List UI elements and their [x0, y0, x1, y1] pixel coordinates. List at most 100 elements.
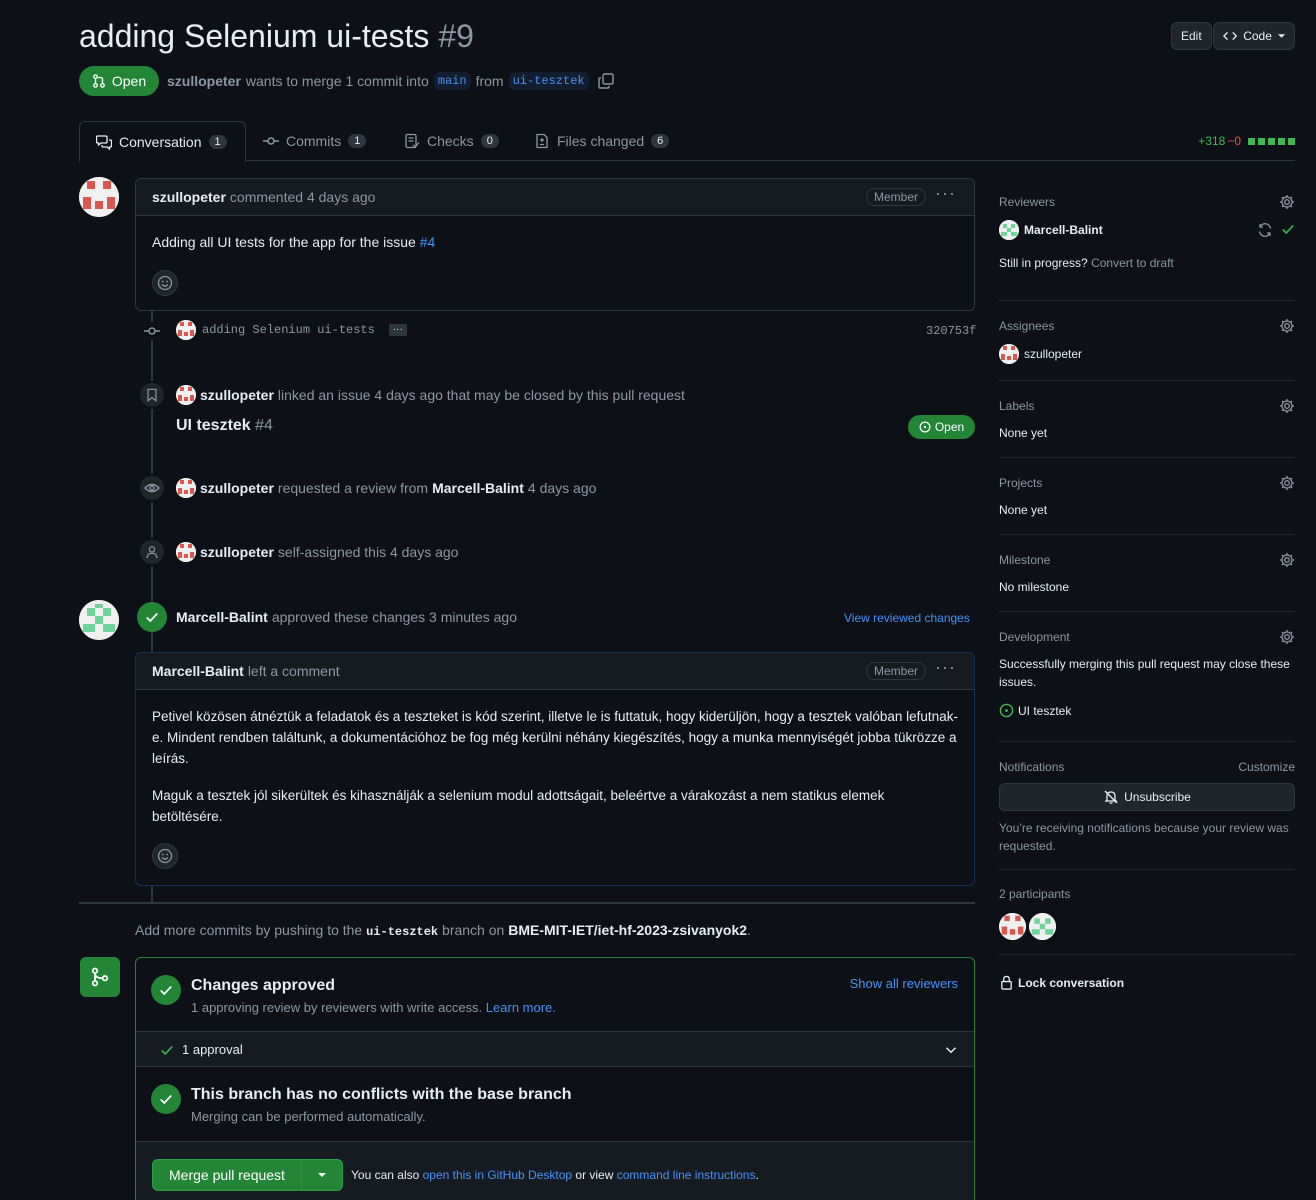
tab-files-changed[interactable]: Files changed 6 — [518, 121, 685, 161]
merge-pull-request-button[interactable]: Merge pull request — [153, 1160, 302, 1190]
avatar[interactable] — [79, 177, 119, 217]
kebab-menu-icon[interactable]: ··· — [935, 183, 956, 204]
add-reaction-button[interactable] — [152, 843, 178, 869]
gear-icon[interactable] — [1279, 318, 1295, 334]
kebab-menu-icon[interactable]: ··· — [935, 657, 956, 678]
edit-button[interactable]: Edit — [1171, 22, 1212, 50]
no-conflicts-section: This branch has no conflicts with the ba… — [136, 1067, 974, 1142]
commit-message[interactable]: adding Selenium ui-tests — [202, 323, 375, 337]
add-reaction-button[interactable] — [152, 270, 178, 296]
lock-conversation-button[interactable]: Lock conversation — [999, 975, 1124, 990]
sidebar-development: Development Successfully merging this pu… — [999, 629, 1295, 742]
avatar[interactable] — [999, 220, 1019, 240]
diffstat-additions: +318 — [1198, 134, 1226, 148]
gear-icon[interactable] — [1279, 194, 1295, 210]
learn-more-link[interactable]: Learn more. — [486, 1000, 556, 1015]
convert-to-draft-link[interactable]: Convert to draft — [1091, 256, 1174, 270]
comment-discussion-icon — [96, 134, 112, 150]
tab-checks-label: Checks — [427, 133, 474, 149]
approval-event: Marcell-Balint approved these changes 3 … — [176, 609, 517, 625]
avatar[interactable] — [1029, 913, 1056, 940]
issue-title[interactable]: UI tesztek — [176, 417, 251, 434]
approved-check-icon — [137, 602, 167, 632]
customize-link[interactable]: Customize — [1238, 760, 1295, 774]
gear-icon[interactable] — [1279, 398, 1295, 414]
event-author[interactable]: szullopeter — [200, 544, 274, 560]
reviewer-name[interactable]: Marcell-Balint — [1024, 223, 1103, 237]
gear-icon[interactable] — [1279, 629, 1295, 645]
unsubscribe-label: Unsubscribe — [1124, 790, 1191, 804]
eye-icon — [138, 474, 166, 502]
diffstat-block — [1278, 137, 1285, 145]
copy-icon[interactable] — [597, 73, 614, 89]
event-reviewer[interactable]: Marcell-Balint — [432, 480, 524, 496]
bell-slash-icon — [1104, 790, 1118, 804]
sidebar-heading: Development — [999, 630, 1070, 644]
head-branch[interactable]: ui-tesztek — [508, 72, 589, 90]
edit-label: Edit — [1181, 29, 1202, 43]
merge-options-dropdown[interactable] — [302, 1171, 342, 1179]
sidebar-projects: Projects None yet — [999, 475, 1295, 535]
notification-reason: You’re receiving notifications because y… — [999, 821, 1289, 853]
pr-author-link[interactable]: szullopeter — [167, 73, 241, 89]
gear-icon[interactable] — [1279, 552, 1295, 568]
approval-summary-row[interactable]: 1 approval — [136, 1031, 974, 1067]
sidebar-assignees: Assignees szullopeter — [999, 318, 1295, 381]
unsubscribe-button[interactable]: Unsubscribe — [999, 783, 1295, 811]
github-desktop-link[interactable]: open this in GitHub Desktop — [423, 1168, 572, 1182]
avatar[interactable] — [176, 478, 196, 498]
avatar[interactable] — [999, 344, 1019, 364]
comment-header: Marcell-Balint left a comment Member ··· — [136, 653, 974, 690]
avatar[interactable] — [176, 385, 196, 405]
commit-row: adding Selenium ui-tests ··· — [176, 320, 407, 340]
self-assign-event: szullopeter self-assigned this 4 days ag… — [176, 542, 458, 562]
timeline-divider — [79, 902, 975, 904]
show-all-reviewers-link[interactable]: Show all reviewers — [850, 976, 958, 991]
caret-down-icon — [1277, 34, 1285, 38]
comment-author[interactable]: szullopeter — [152, 189, 226, 205]
repo-link[interactable]: BME-MIT-IET/iet-hf-2023-zsivanyok2 — [508, 922, 747, 938]
comment-author[interactable]: Marcell-Balint — [152, 663, 244, 679]
avatar[interactable] — [79, 600, 119, 640]
avatar[interactable] — [176, 542, 196, 562]
diffstat-block — [1288, 137, 1295, 145]
push-hint: Add more commits by pushing to the ui-te… — [135, 922, 751, 939]
sidebar-heading: 2 participants — [999, 887, 1071, 901]
tab-files-changed-count: 6 — [651, 134, 670, 148]
command-line-link[interactable]: command line instructions — [617, 1168, 756, 1182]
pr-number: #9 — [438, 18, 474, 54]
event-text: requested a review from — [277, 480, 429, 496]
sync-icon[interactable] — [1257, 222, 1273, 238]
tab-checks[interactable]: Checks 0 — [388, 121, 515, 161]
comment-paragraph: Maguk a tesztek jól sikerültek és kihasz… — [152, 788, 885, 824]
bookmark-icon — [138, 381, 166, 409]
event-author[interactable]: Marcell-Balint — [176, 609, 268, 625]
view-reviewed-changes-link[interactable]: View reviewed changes — [844, 611, 970, 625]
issue-link[interactable]: #4 — [420, 234, 436, 250]
development-issue[interactable]: UI tesztek — [999, 703, 1295, 718]
tab-conversation[interactable]: Conversation 1 — [79, 121, 246, 162]
chevron-down-icon[interactable] — [945, 1044, 957, 1056]
diffstat-deletions: −0 — [1227, 134, 1241, 148]
assignee-name[interactable]: szullopeter — [1024, 347, 1082, 361]
avatar[interactable] — [176, 320, 196, 340]
expand-commit-button[interactable]: ··· — [388, 324, 407, 336]
linked-issue-title[interactable]: UI tesztek #4 — [176, 417, 273, 435]
gear-icon[interactable] — [1279, 475, 1295, 491]
issue-state-label: Open — [934, 420, 965, 434]
event-text: approved these changes 3 minutes ago — [271, 609, 517, 625]
development-text: Successfully merging this pull request m… — [999, 657, 1290, 689]
check-circle-icon — [151, 1084, 181, 1114]
avatar[interactable] — [999, 913, 1026, 940]
tab-commits[interactable]: Commits 1 — [247, 121, 382, 161]
event-author[interactable]: szullopeter — [200, 387, 274, 403]
comment-body: Adding all UI tests for the app for the … — [136, 216, 974, 312]
commit-icon — [263, 137, 279, 145]
event-author[interactable]: szullopeter — [200, 480, 274, 496]
code-button[interactable]: Code — [1213, 22, 1295, 50]
code-icon — [1223, 31, 1238, 41]
issue-opened-icon — [919, 421, 931, 433]
tab-conversation-label: Conversation — [119, 133, 202, 150]
commit-sha[interactable]: 320753f — [926, 324, 976, 338]
base-branch[interactable]: main — [433, 72, 471, 90]
